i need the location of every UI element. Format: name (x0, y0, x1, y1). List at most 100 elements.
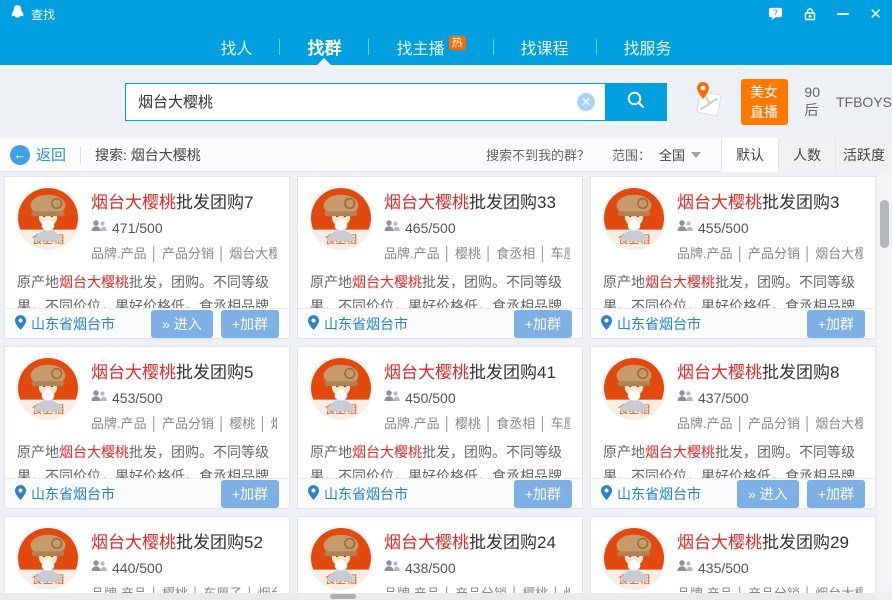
enter-group-button[interactable]: » 进入 (737, 480, 799, 508)
group-card: 食丞相 烟台大樱桃批发团购8 4 (590, 346, 876, 509)
tab-find-people[interactable]: 找人 (193, 28, 279, 65)
members-icon (384, 559, 400, 576)
group-description: 原产地烟台大樱桃批发，团购。不同等级果，不同价位，果好价格低。食丞相品牌保证，我… (591, 262, 875, 308)
live-beauty-badge[interactable]: 美女直播 (741, 79, 788, 125)
search-input[interactable] (125, 83, 605, 121)
group-title[interactable]: 烟台大樱桃批发团购8 (677, 358, 863, 383)
group-location[interactable]: 山东省烟台市 (601, 314, 701, 334)
nearby-map-pin-icon[interactable] (689, 80, 725, 123)
group-avatar[interactable]: 食丞相 (17, 187, 79, 249)
minimize-button[interactable] (837, 13, 849, 15)
tab-find-streamers[interactable]: 找主播热 (369, 28, 492, 65)
group-card: 食丞相 烟台大樱桃批发团购5 4 (4, 346, 290, 509)
clear-search-icon[interactable]: ✕ (577, 93, 595, 111)
group-avatar[interactable]: 食丞相 (603, 527, 665, 589)
card-footer: 山东省烟台市 +加群 (591, 308, 875, 338)
group-location[interactable]: 山东省烟台市 (308, 484, 408, 504)
hot-badge: 热 (449, 36, 466, 50)
members-icon (91, 559, 107, 576)
group-description: 原产地烟台大樱桃批发，团购。不同等级果，不同价位，果好价格低，食丞相品牌保证。&… (298, 262, 582, 308)
join-group-button[interactable]: +加群 (807, 310, 865, 338)
group-avatar[interactable]: 食丞相 (17, 527, 79, 589)
group-card: 食丞相 烟台大樱桃批发团购24 (297, 516, 583, 600)
svg-text:?: ? (774, 7, 779, 17)
member-count: 450/500 (384, 389, 570, 406)
lock-plus-icon[interactable] (803, 7, 817, 21)
location-pin-icon (601, 315, 612, 333)
group-location[interactable]: 山东省烟台市 (308, 314, 408, 334)
group-description: 原产地烟台大樱桃批发，团购。不同等级果，不同价位，果好价格低，食丞相品牌保证。&… (298, 432, 582, 478)
location-pin-icon (308, 315, 319, 333)
join-group-button[interactable]: +加群 (221, 310, 279, 338)
join-group-button[interactable]: +加群 (514, 480, 572, 508)
back-button[interactable]: ← 返回 (10, 144, 66, 165)
group-tags: 品牌.产品 │ 樱桃 │ 食丞相 │ 车厘子 ... (384, 243, 570, 262)
divider (80, 146, 81, 164)
horizontal-scrollbar-thumb[interactable] (330, 594, 356, 599)
location-pin-icon (601, 485, 612, 503)
cant-find-group-link[interactable]: 搜索不到我的群？ (486, 145, 590, 164)
vertical-scrollbar-thumb[interactable] (880, 200, 889, 248)
group-avatar[interactable]: 食丞相 (603, 357, 665, 419)
group-title[interactable]: 烟台大樱桃批发团购7 (91, 188, 277, 213)
group-tags: 品牌.产品 │ 产品分销 │ 烟台大樱桃 ... (91, 243, 277, 262)
vertical-scrollbar[interactable] (878, 174, 891, 591)
sort-tab-default[interactable]: 默认 (721, 138, 778, 172)
group-avatar[interactable]: 食丞相 (310, 527, 372, 589)
group-card: 食丞相 烟台大樱桃批发团购29 (590, 516, 876, 600)
search-button[interactable] (605, 83, 667, 121)
group-location[interactable]: 山东省烟台市 (15, 314, 115, 334)
group-card: 食丞相 烟台大樱桃批发团购33 (297, 176, 583, 339)
group-avatar[interactable]: 食丞相 (310, 187, 372, 249)
member-count: 438/500 (384, 559, 570, 576)
join-group-button[interactable]: +加群 (807, 480, 865, 508)
group-location[interactable]: 山东省烟台市 (601, 484, 701, 504)
group-title[interactable]: 烟台大樱桃批发团购3 (677, 188, 863, 213)
scope-label: 范围： (612, 145, 651, 164)
join-group-button[interactable]: +加群 (221, 480, 279, 508)
qq-find-window: 查找 ? ✕ 找人 找群 找主播热 找课程 找服务 ✕ (0, 0, 892, 600)
group-card: 食丞相 烟台大樱桃批发团购3 4 (590, 176, 876, 339)
sort-tab-activity[interactable]: 活跃度 (835, 138, 892, 172)
group-avatar[interactable]: 食丞相 (310, 357, 372, 419)
scope-dropdown[interactable]: 全国 (659, 145, 701, 164)
members-icon (677, 389, 693, 406)
group-title[interactable]: 烟台大樱桃批发团购29 (677, 528, 863, 553)
group-location[interactable]: 山东省烟台市 (15, 484, 115, 504)
back-arrow-icon: ← (10, 145, 30, 165)
enter-group-button[interactable]: » 进入 (151, 310, 213, 338)
hot-keyword-90s[interactable]: 90后 (804, 84, 820, 120)
member-count: 440/500 (91, 559, 277, 576)
search-query-label: 搜索: 烟台大樱桃 (95, 145, 201, 165)
group-card: 食丞相 烟台大樱桃批发团购52 (4, 516, 290, 600)
members-icon (384, 389, 400, 406)
join-group-button[interactable]: +加群 (514, 310, 572, 338)
hot-keyword-tfboys[interactable]: TFBOYS (836, 94, 892, 110)
group-title[interactable]: 烟台大樱桃批发团购41 (384, 358, 570, 383)
close-button[interactable]: ✕ (869, 7, 882, 22)
group-avatar[interactable]: 食丞相 (603, 187, 665, 249)
horizontal-scrollbar[interactable] (0, 593, 876, 600)
member-count: 435/500 (677, 559, 863, 576)
member-count: 455/500 (677, 219, 863, 236)
member-count: 437/500 (677, 389, 863, 406)
member-count: 453/500 (91, 389, 277, 406)
group-card: 食丞相 烟台大樱桃批发团购41 (297, 346, 583, 509)
group-tags: 品牌.产品 │ 樱桃 │ 食丞相 │ 车厘子 ... (384, 413, 570, 432)
search-section: ✕ 美女直播 90后 TFBOYS (0, 65, 892, 138)
tab-find-groups[interactable]: 找群 (280, 28, 368, 65)
group-avatar[interactable]: 食丞相 (17, 357, 79, 419)
filter-bar: ← 返回 搜索: 烟台大樱桃 搜索不到我的群？ 范围： 全国 默认 人数 活跃度 (0, 138, 892, 172)
active-tab-notch (317, 58, 331, 65)
tab-find-services[interactable]: 找服务 (597, 28, 699, 65)
member-count: 471/500 (91, 219, 277, 236)
main-nav: 找人 找群 找主播热 找课程 找服务 (0, 28, 892, 65)
feedback-icon[interactable]: ? (768, 7, 783, 21)
sort-tab-members[interactable]: 人数 (778, 138, 835, 172)
tab-find-courses[interactable]: 找课程 (494, 28, 596, 65)
group-title[interactable]: 烟台大樱桃批发团购52 (91, 528, 277, 553)
group-card: 食丞相 烟台大樱桃批发团购7 4 (4, 176, 290, 339)
group-title[interactable]: 烟台大樱桃批发团购5 (91, 358, 277, 383)
group-title[interactable]: 烟台大樱桃批发团购24 (384, 528, 570, 553)
group-title[interactable]: 烟台大樱桃批发团购33 (384, 188, 570, 213)
